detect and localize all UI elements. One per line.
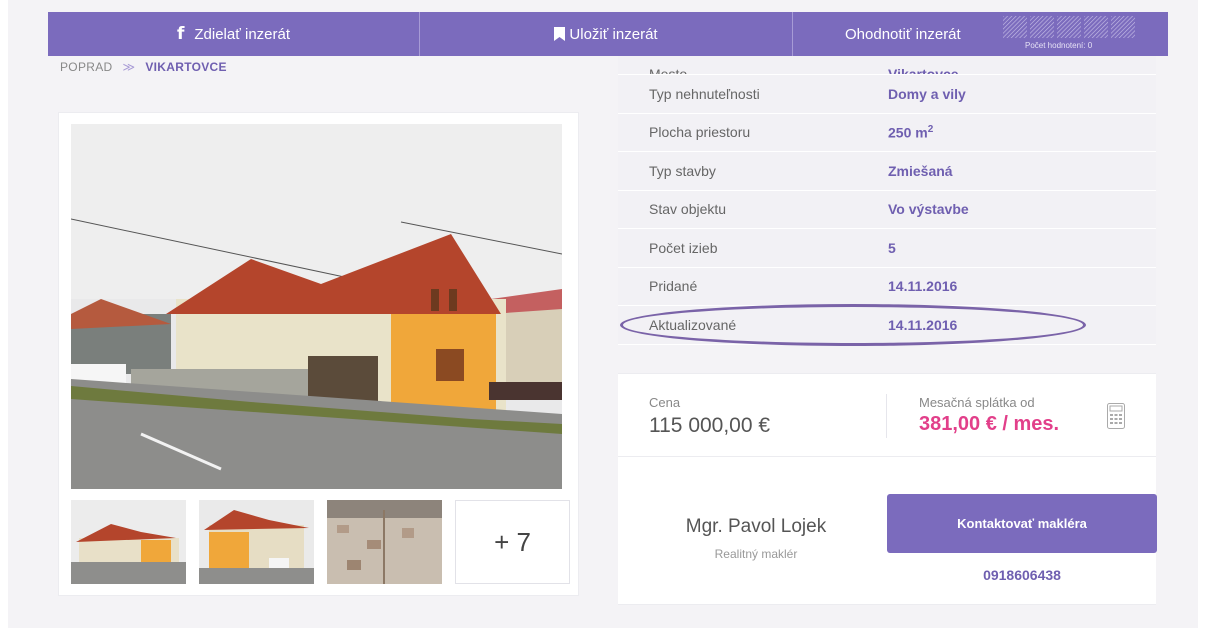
detail-row-updated: Aktualizované 14.11.2016 xyxy=(618,306,1156,345)
detail-value: Domy a vily xyxy=(888,85,966,102)
bookmark-icon xyxy=(554,27,566,41)
detail-value: Zmiešaná xyxy=(888,162,953,179)
photo-gallery: + 7 xyxy=(58,112,579,596)
thumbnail-1[interactable] xyxy=(71,500,186,584)
installment-label: Mesačná splátka od xyxy=(919,395,1035,410)
detail-label: Mesto xyxy=(649,66,688,75)
breadcrumb-item-vikartovce[interactable]: VIKARTOVCE xyxy=(145,60,226,74)
share-listing-label: Zdielať inzerát xyxy=(194,25,291,43)
rate-listing-button[interactable]: Ohodnotiť inzerát Počet hodnotení: 0 xyxy=(793,12,1168,56)
detail-label: Typ nehnuteľnosti xyxy=(649,85,760,102)
rating-stars[interactable] xyxy=(1003,16,1135,38)
property-details-table: Mesto Vikartovce Typ nehnuteľnosti Domy … xyxy=(618,38,1156,345)
share-listing-button[interactable]: f Zdielať inzerát xyxy=(48,12,420,56)
detail-label: Počet izieb xyxy=(649,239,718,256)
breadcrumb-separator: ≫ xyxy=(122,60,136,74)
detail-row-area: Plocha priestoru 250 m2 xyxy=(618,113,1156,152)
rating-star-icon[interactable] xyxy=(1030,16,1054,38)
rating-star-icon[interactable] xyxy=(1057,16,1081,38)
detail-row-construction-type: Typ stavby Zmiešaná xyxy=(618,152,1156,191)
facebook-icon: f xyxy=(176,24,185,44)
detail-value[interactable]: Vikartovce xyxy=(888,66,959,74)
breadcrumb: POPRAD ≫ VIKARTOVCE xyxy=(60,60,227,74)
detail-value: 250 m2 xyxy=(888,124,933,141)
area-value: 250 m xyxy=(888,124,928,141)
detail-label: Stav objektu xyxy=(649,201,727,218)
detail-label: Typ stavby xyxy=(649,162,716,179)
detail-label: Pridané xyxy=(649,278,698,295)
price-value: 115 000,00 € xyxy=(649,414,771,437)
detail-value: 14.11.2016 xyxy=(888,278,958,295)
detail-value: 14.11.2016 xyxy=(888,316,958,333)
rating-star-icon[interactable] xyxy=(1111,16,1135,38)
more-photos-button[interactable]: + 7 xyxy=(455,500,570,584)
detail-value: Vo výstavbe xyxy=(888,201,969,218)
agent-box: Mgr. Pavol Lojek Realitný maklér Kontakt… xyxy=(618,457,1157,605)
rate-listing-label: Ohodnotiť inzerát xyxy=(845,25,961,43)
listing-action-bar: f Zdielať inzerát Uložiť inzerát Ohodnot… xyxy=(48,12,1168,56)
price-box: Cena 115 000,00 € Mesačná splátka od 381… xyxy=(618,373,1156,457)
main-house-photo[interactable] xyxy=(71,124,562,489)
save-listing-label: Uložiť inzerát xyxy=(569,25,658,43)
price-label: Cena xyxy=(649,395,681,410)
detail-label: Plocha priestoru xyxy=(649,124,751,141)
save-listing-button[interactable]: Uložiť inzerát xyxy=(420,12,793,56)
thumbnail-2[interactable] xyxy=(199,500,314,584)
detail-label: Aktualizované xyxy=(649,316,737,333)
detail-row-rooms: Počet izieb 5 xyxy=(618,229,1156,268)
more-photos-count: + 7 xyxy=(494,526,531,557)
calculator-icon[interactable] xyxy=(1107,403,1125,429)
area-unit-superscript: 2 xyxy=(927,123,934,135)
agent-phone-link[interactable]: 0918606438 xyxy=(887,567,1157,583)
breadcrumb-item-poprad[interactable]: POPRAD xyxy=(60,60,112,74)
agent-name: Mgr. Pavol Lojek xyxy=(685,516,827,537)
rating-count: Počet hodnotení: 0 xyxy=(1025,41,1093,50)
thumbnail-strip: + 7 xyxy=(71,500,570,584)
price-divider xyxy=(886,394,887,438)
contact-agent-button[interactable]: Kontaktovať makléra xyxy=(887,494,1157,553)
installment-value: 381,00 € / mes. xyxy=(919,413,1060,435)
detail-row-added: Pridané 14.11.2016 xyxy=(618,267,1156,306)
rating-star-icon[interactable] xyxy=(1084,16,1108,38)
detail-row-property-type: Typ nehnuteľnosti Domy a vily xyxy=(618,75,1156,114)
thumbnail-3[interactable] xyxy=(327,500,442,584)
rating-star-icon[interactable] xyxy=(1003,16,1027,38)
detail-value: 5 xyxy=(888,239,896,256)
agent-role: Realitný maklér xyxy=(714,547,798,561)
detail-row-condition: Stav objektu Vo výstavbe xyxy=(618,190,1156,229)
